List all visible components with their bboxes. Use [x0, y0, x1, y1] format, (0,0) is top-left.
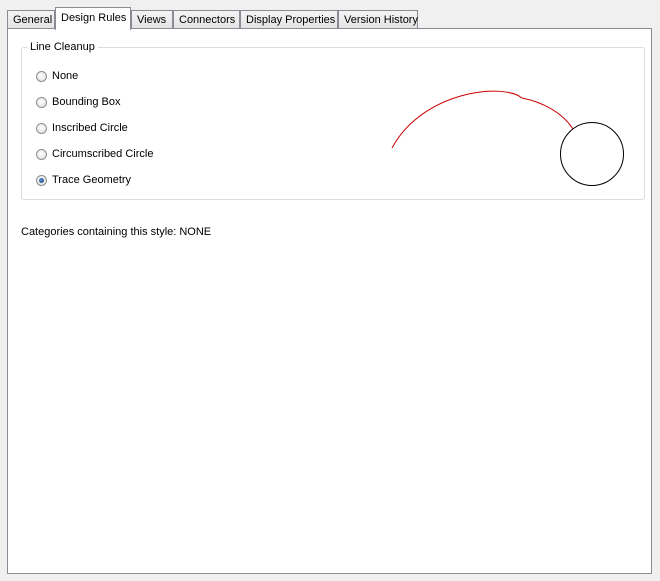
- line-cleanup-preview: [391, 90, 624, 186]
- tab-bar: General Design Rules Views Connectors Di…: [7, 7, 657, 30]
- radio-button-icon[interactable]: [36, 122, 47, 134]
- tab-connectors[interactable]: Connectors: [173, 10, 240, 28]
- line-cleanup-group: Line Cleanup None Bounding Box Inscribed…: [21, 40, 645, 200]
- radio-button-selected-icon[interactable]: [36, 174, 47, 186]
- radio-none[interactable]: None: [36, 68, 78, 84]
- radio-label: Trace Geometry: [52, 174, 132, 186]
- categories-text: Categories containing this style: NONE: [21, 226, 212, 238]
- tab-display-properties[interactable]: Display Properties: [240, 10, 338, 28]
- preview-arc: [391, 90, 574, 149]
- tab-general[interactable]: General: [7, 10, 55, 28]
- preview-circle: [560, 122, 624, 186]
- radio-button-icon[interactable]: [36, 148, 47, 160]
- line-cleanup-legend: Line Cleanup: [27, 40, 98, 54]
- radio-label: Inscribed Circle: [52, 122, 128, 134]
- radio-bounding-box[interactable]: Bounding Box: [36, 94, 121, 110]
- radio-trace-geometry[interactable]: Trace Geometry: [36, 172, 131, 188]
- radio-inscribed-circle[interactable]: Inscribed Circle: [36, 120, 128, 136]
- radio-circumscribed-circle[interactable]: Circumscribed Circle: [36, 146, 153, 162]
- tab-design-rules[interactable]: Design Rules: [55, 7, 131, 30]
- radio-label: Circumscribed Circle: [52, 148, 154, 160]
- radio-label: None: [52, 70, 79, 82]
- radio-button-icon[interactable]: [36, 70, 47, 82]
- radio-button-icon[interactable]: [36, 96, 47, 108]
- tab-views[interactable]: Views: [131, 10, 173, 28]
- design-rules-panel: Line Cleanup None Bounding Box Inscribed…: [7, 28, 652, 574]
- tab-version-history[interactable]: Version History: [338, 10, 418, 28]
- radio-label: Bounding Box: [52, 96, 121, 108]
